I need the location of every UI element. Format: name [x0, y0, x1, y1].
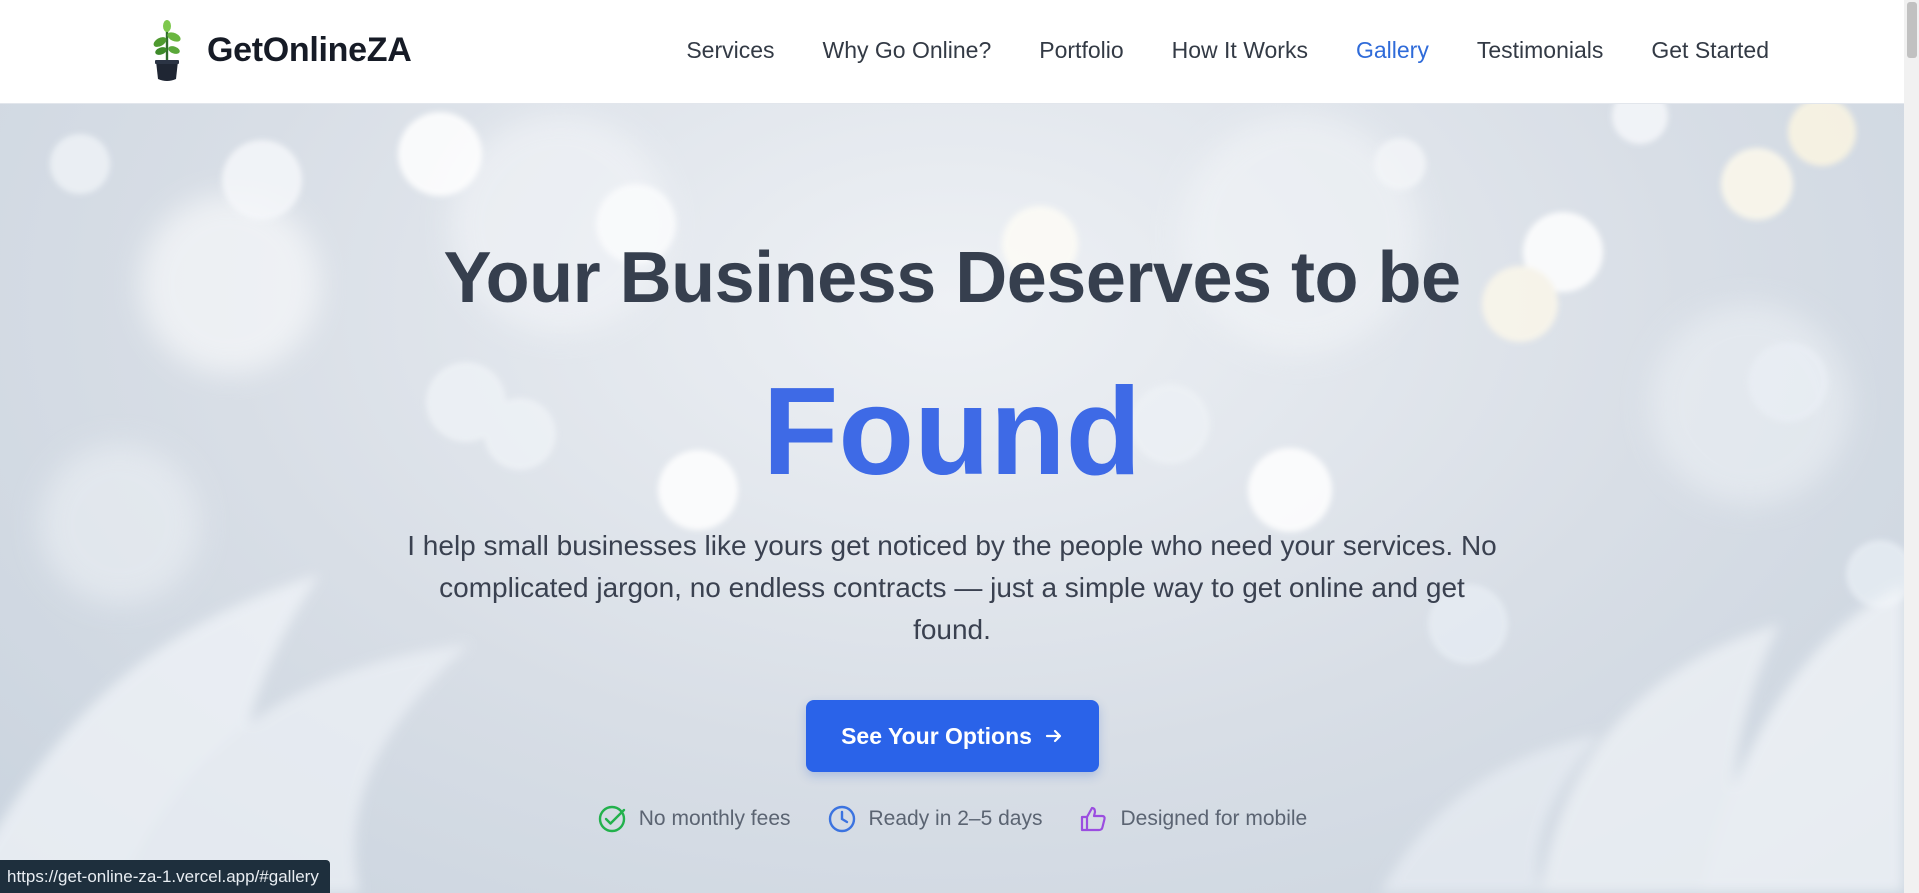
nav-why-go-online[interactable]: Why Go Online?	[823, 37, 992, 64]
feature-label: Designed for mobile	[1120, 807, 1308, 830]
hero-headline: Your Business Deserves to be	[443, 238, 1461, 318]
nav-services[interactable]: Services	[686, 37, 774, 64]
main-nav: Services Why Go Online? Portfolio How It…	[638, 0, 1769, 100]
thumbs-up-icon	[1078, 804, 1108, 834]
scrollbar-thumb[interactable]	[1907, 2, 1917, 58]
feature-list: No monthly fees Ready in 2–5 days Design…	[0, 804, 1904, 834]
feature-ready-in-days: Ready in 2–5 days	[827, 804, 1043, 834]
feature-designed-for-mobile: Designed for mobile	[1078, 804, 1307, 834]
status-bar-url: https://get-online-za-1.vercel.app/#gall…	[0, 860, 330, 893]
check-circle-icon	[597, 804, 627, 834]
see-options-label: See Your Options	[841, 722, 1032, 749]
site-header: GetOnlineZA Services Why Go Online? Port…	[0, 0, 1904, 104]
feature-no-monthly-fees: No monthly fees	[597, 804, 791, 834]
nav-portfolio[interactable]: Portfolio	[1039, 37, 1123, 64]
hero-highlight: Found	[762, 363, 1142, 501]
hero-description: I help small businesses like yours get n…	[407, 530, 1497, 645]
brand-name: GetOnlineZA	[207, 30, 412, 69]
see-options-button[interactable]: See Your Options	[806, 700, 1099, 772]
vertical-scrollbar[interactable]	[1904, 0, 1919, 893]
clock-icon	[827, 804, 857, 834]
hero-content: Your Business Deserves to be Found I hel…	[0, 104, 1904, 893]
plant-logo-icon	[153, 20, 181, 81]
logo[interactable]: GetOnlineZA	[147, 17, 412, 83]
arrow-right-icon	[1044, 726, 1064, 746]
nav-how-it-works[interactable]: How It Works	[1172, 37, 1308, 64]
nav-gallery[interactable]: Gallery	[1356, 37, 1429, 64]
nav-testimonials[interactable]: Testimonials	[1477, 37, 1604, 64]
feature-label: No monthly fees	[638, 807, 791, 830]
feature-label: Ready in 2–5 days	[868, 807, 1043, 830]
nav-get-started[interactable]: Get Started	[1651, 37, 1769, 64]
page: GetOnlineZA Services Why Go Online? Port…	[0, 0, 1904, 893]
